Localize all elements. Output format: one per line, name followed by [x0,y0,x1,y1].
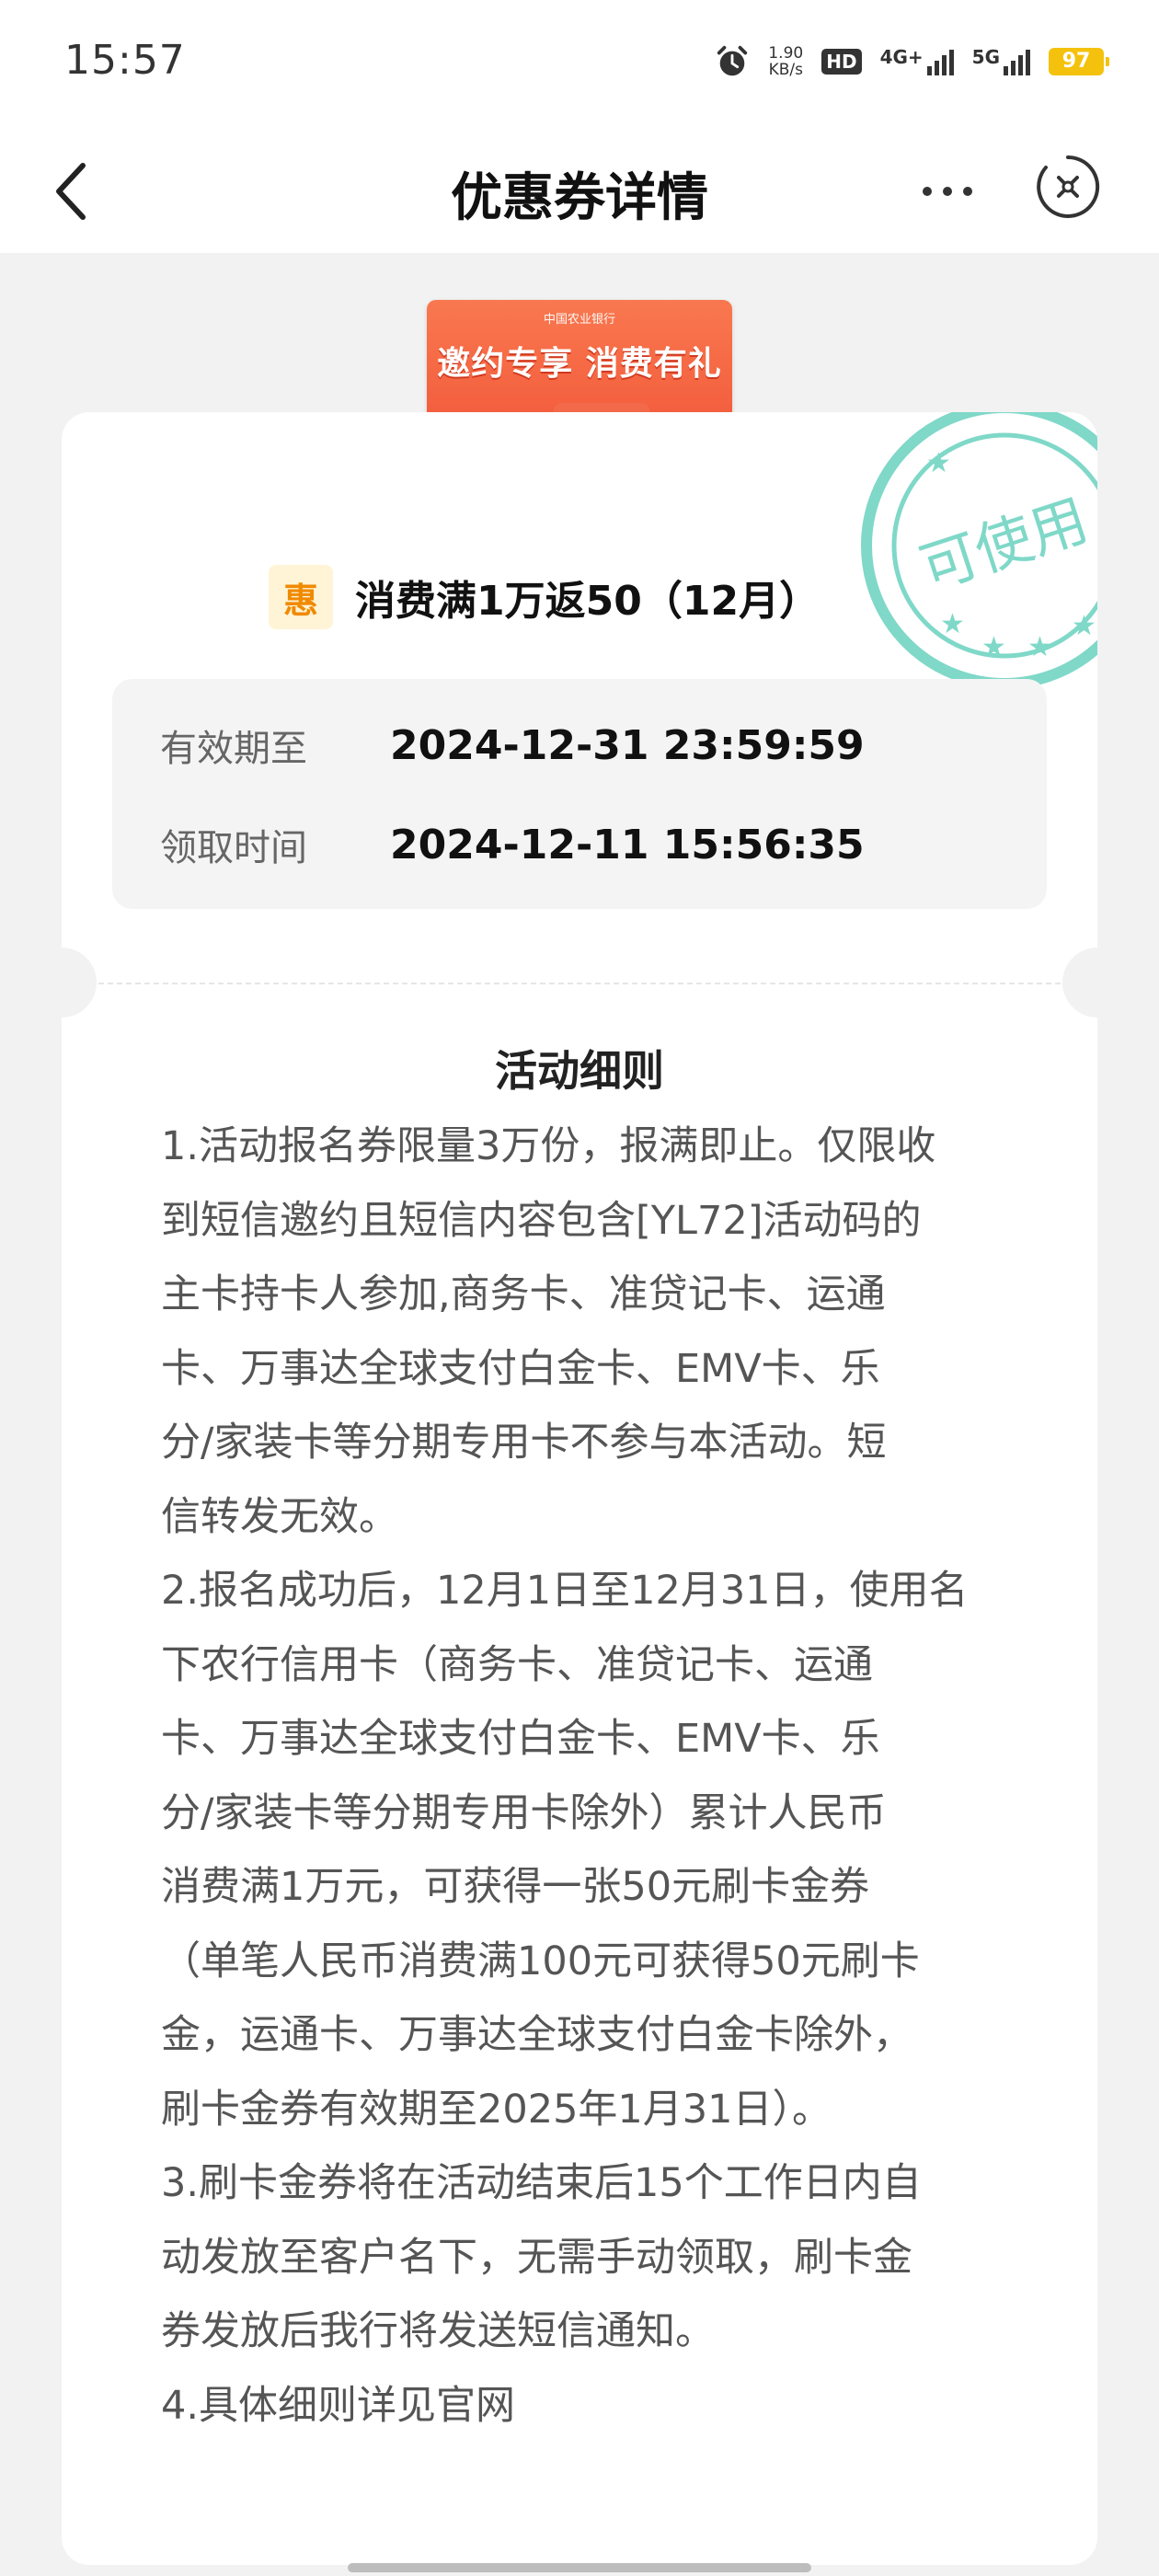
rules-line: 券发放后我行将发送短信通知。 [161,2308,715,2354]
page-title: 优惠券详情 [451,168,708,228]
rules-line: 1.活动报名券限量3万份，报满即止。仅限收 [161,1123,936,1169]
rules-line: 卡、万事达全球支付白金卡、EMV卡、乐 [161,1345,880,1392]
rules-body: 1.活动报名券限量3万份，报满即止。仅限收 到短信邀约且短信内容包含[YL72]… [161,1110,1000,2443]
valid-until-label: 有效期至 [160,728,307,770]
coupon-title: 消费满1万返50（12月） [355,578,820,625]
coupon-title-row: 惠 消费满1万返50（12月） [269,565,820,629]
rules-line: 金，运通卡、万事达全球支付白金卡除外， [161,2012,912,2058]
rules-line: 3.刷卡金券将在活动结束后15个工作日内自 [161,2160,922,2206]
svg-text:★: ★ [981,631,1006,663]
rules-line: 动发放至客户名下，无需手动领取，刷卡金 [161,2234,912,2281]
net-speed-value: 1.90 [768,44,804,63]
available-stamp: 可使用 ★ ★ ★ ★ ★ [861,412,1097,689]
discount-badge: 惠 [269,565,333,629]
coupon-info-box: 有效期至 2024-12-31 23:59:59 领取时间 2024-12-11… [112,679,1047,909]
card-notch-right [1062,948,1097,1018]
dashed-divider [89,983,1070,984]
rules-line: 分/家装卡等分期专用卡不参与本活动。短 [161,1420,887,1466]
net-speed: 1.90 KB/s [768,45,803,78]
rules-line: 4.具体细则详见官网 [161,2382,516,2429]
hd-badge: HD [821,49,862,75]
signal-5g-label: 5G [971,46,1000,68]
svg-text:★: ★ [926,447,951,479]
status-time: 15:57 [64,37,186,84]
svg-text:★: ★ [940,608,965,640]
banner-title: 邀约专享 消费有礼 [437,345,722,383]
close-circle-icon[interactable] [1034,153,1102,221]
received-time-row: 领取时间 2024-12-11 15:56:35 [160,817,865,872]
rules-line: 刷卡金券有效期至2025年1月31日）。 [161,2086,832,2133]
home-indicator[interactable] [348,2563,811,2572]
svg-text:★: ★ [1027,631,1052,663]
valid-until-row: 有效期至 2024-12-31 23:59:59 [160,718,865,773]
received-time-label: 领取时间 [160,827,307,869]
rules-line: （单笔人民币消费满100元可获得50元刷卡 [161,1938,920,1984]
valid-until-value: 2024-12-31 23:59:59 [390,721,865,769]
signal-bars-icon [1004,48,1030,75]
card-notch-left [62,948,97,1018]
signal-bars-icon [926,48,954,75]
more-dots-icon[interactable] [911,164,984,219]
rules-title: 活动细则 [495,1046,664,1096]
bank-name: 中国农业银行 [543,313,615,327]
signal-5g: 5G [972,48,1030,75]
signal-4g: 4G+ [880,48,954,75]
signal-4g-label: 4G+ [879,46,924,68]
status-bar: 15:57 1.90 KB/s HD 4G+ 5G 97 [0,0,1159,129]
svg-text:★: ★ [1072,610,1096,642]
rules-line: 消费满1万元，可获得一张50元刷卡金券 [161,1864,870,1910]
received-time-value: 2024-12-11 15:56:35 [390,821,865,868]
stamp-text: 可使用 [912,486,1096,603]
battery-icon: 97 [1049,48,1109,75]
alarm-clock-icon [717,45,748,76]
rules-line: 到短信邀约且短信内容包含[YL72]活动码的 [161,1197,922,1244]
rules-line: 主卡持卡人参加,商务卡、准贷记卡、运通 [161,1271,886,1317]
rules-line: 分/家装卡等分期专用卡除外）累计人民币 [161,1789,887,1836]
rules-line: 信转发无效。 [161,1493,398,1540]
rules-line: 卡、万事达全球支付白金卡、EMV卡、乐 [161,1716,880,1762]
rules-line: 2.报名成功后，12月1日至12月31日，使用名 [161,1568,969,1614]
status-icons: 1.90 KB/s HD 4G+ 5G 97 [715,40,1109,83]
rules-line: 下农行信用卡（商务卡、准贷记卡、运通 [161,1641,873,1688]
nav-bar: 优惠券详情 [0,129,1159,253]
coupon-detail-card: 可使用 ★ ★ ★ ★ ★ 惠 消费满1万返50（12月） 有效期至 2024-… [62,412,1097,2565]
net-speed-unit: KB/s [768,61,803,79]
